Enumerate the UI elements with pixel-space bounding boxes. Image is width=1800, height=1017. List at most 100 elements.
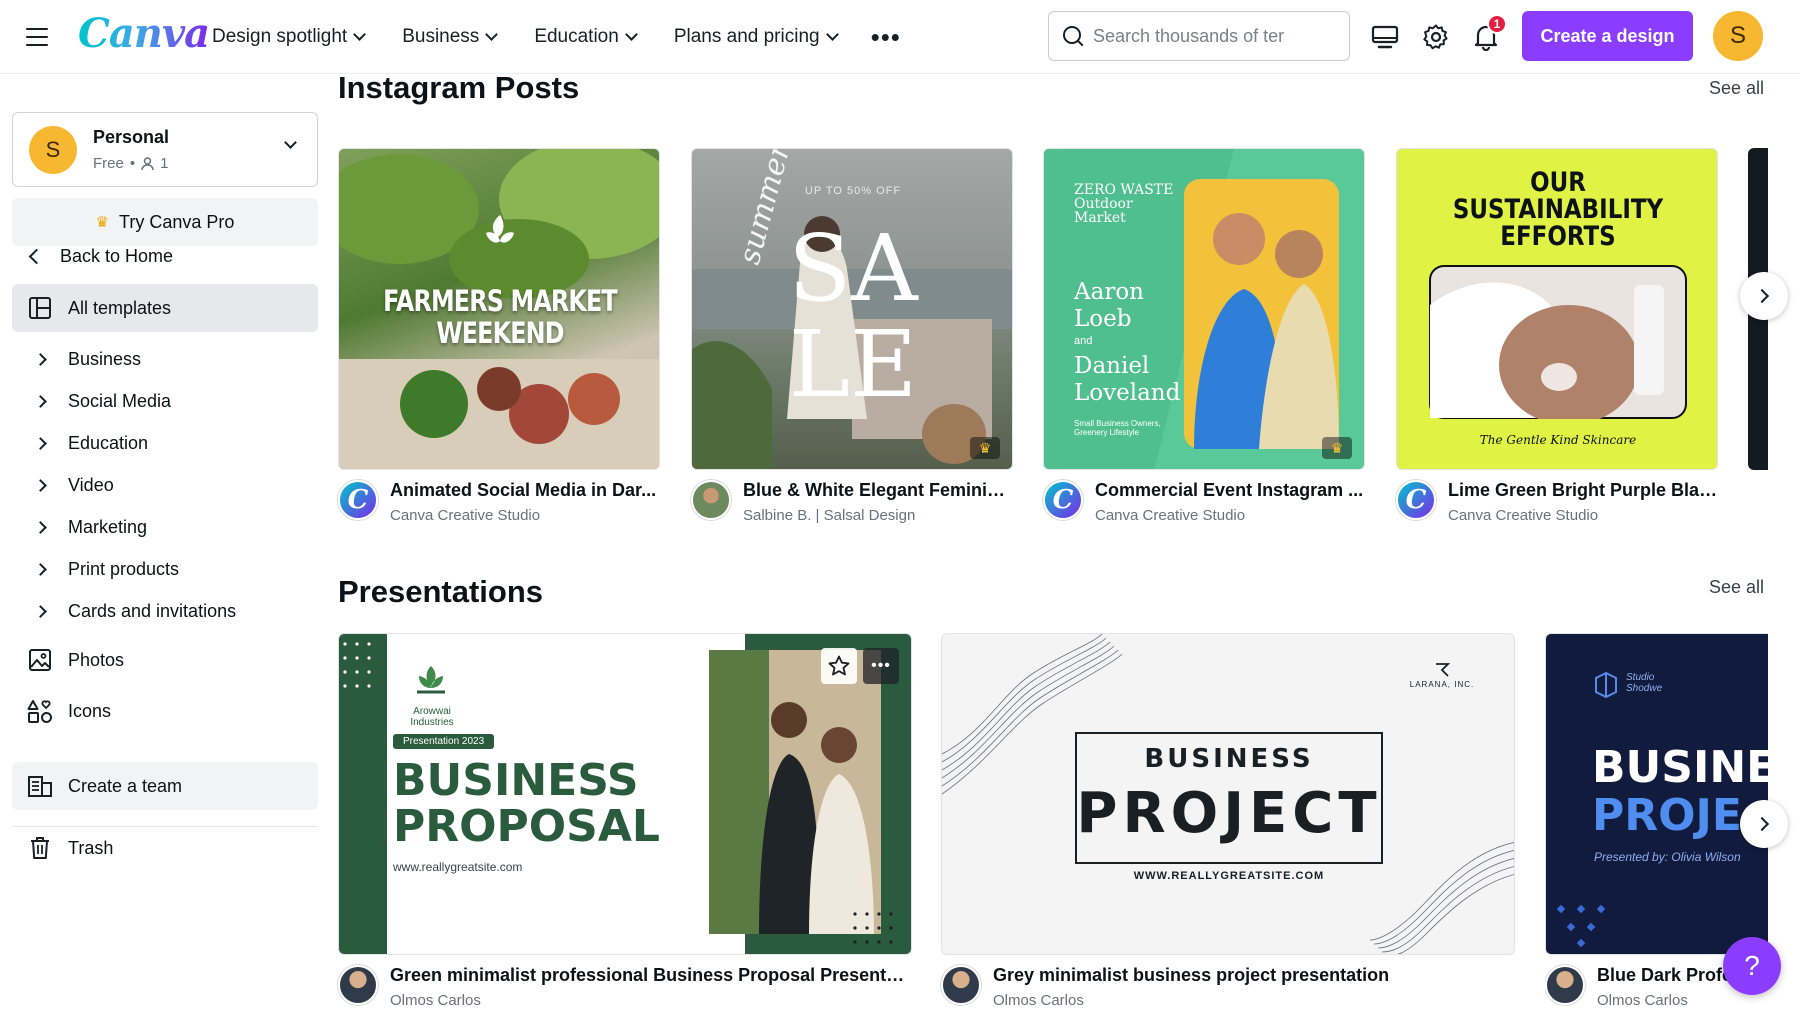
create-team-button[interactable]: Create a team (12, 762, 318, 810)
template-thumbnail[interactable]: ZERO WASTE Outdoor Market Aaron Loeb and… (1043, 148, 1365, 470)
sidebar-item-business[interactable]: Business (12, 335, 318, 383)
template-card[interactable]: Arowwai Industries Presentation 2023 BUS… (338, 633, 912, 1013)
search-input[interactable] (1093, 25, 1323, 47)
creator-avatar[interactable] (691, 480, 731, 520)
back-to-home-link[interactable]: Back to Home (12, 232, 318, 280)
nav-education[interactable]: Education (534, 26, 638, 48)
template-thumbnail[interactable]: FARMERS MARKET WEEKEND (338, 148, 660, 470)
crown-icon: ♛ (95, 214, 110, 231)
diamond-pattern (1556, 904, 1606, 948)
create-design-button[interactable]: Create a design (1522, 11, 1693, 61)
instagram-next-arrow[interactable] (1740, 272, 1788, 320)
sidebar-item-all-templates[interactable]: All templates (12, 284, 318, 332)
notification-badge: 1 (1487, 14, 1507, 34)
card-author[interactable]: Canva Creative Studio (390, 507, 660, 524)
thumbnail-title-line1: BUSINESS (393, 755, 639, 806)
card-author[interactable]: Canva Creative Studio (1095, 507, 1365, 524)
card-title[interactable]: Grey minimalist business project present… (993, 965, 1515, 986)
notifications-bell-icon[interactable]: 1 (1471, 14, 1507, 52)
nav-business[interactable]: Business (402, 26, 499, 48)
canva-logo[interactable]: Canva (78, 10, 210, 57)
see-all-presentations-link[interactable]: See all (1709, 577, 1764, 598)
card-author[interactable]: Canva Creative Studio (1448, 507, 1718, 524)
nav-label: Business (402, 26, 480, 47)
template-card[interactable]: UP TO 50% OFF SA LE summer ♛ Blue & Whit… (691, 148, 1013, 524)
presentations-next-arrow[interactable] (1740, 800, 1788, 848)
sidebar: S Personal Free • 1 ♛ Try Canva Pro Back… (0, 74, 330, 1017)
template-thumbnail[interactable]: OUR SUSTAINABILITY EFFORTS The Gentle Ki… (1396, 148, 1718, 470)
sidebar-item-photos[interactable]: Photos (12, 636, 318, 684)
template-thumbnail[interactable]: LARANA, INC. BUSINESS PROJECT WWW.REALLY… (941, 633, 1515, 955)
template-card[interactable]: ZERO WASTE Outdoor Market Aaron Loeb and… (1043, 148, 1365, 524)
thumbnail-title-text: OUR SUSTAINABILITY EFFORTS (1452, 167, 1664, 252)
thumbnail-name-text: Daniel Loveland (1074, 353, 1181, 406)
card-title[interactable]: Commercial Event Instagram ... (1095, 480, 1365, 501)
template-thumbnail[interactable]: UP TO 50% OFF SA LE summer ♛ (691, 148, 1013, 470)
account-name: Personal (93, 127, 170, 147)
creator-avatar[interactable]: C (1043, 480, 1083, 520)
card-author[interactable]: Olmos Carlos (390, 992, 912, 1009)
sidebar-item-education[interactable]: Education (12, 419, 318, 467)
pro-crown-icon: ♛ (970, 437, 1000, 459)
nav-plans-pricing[interactable]: Plans and pricing (673, 26, 839, 48)
favorite-star-icon[interactable] (821, 648, 857, 684)
section-title-instagram: Instagram Posts (338, 74, 580, 105)
nav-label: Education (534, 26, 619, 47)
category-label: Social Media (68, 390, 172, 411)
card-title[interactable]: Blue & White Elegant Feminin... (743, 480, 1013, 501)
trash-icon (12, 836, 68, 860)
thumbnail-brand-text: LARANA, INC. (1409, 680, 1475, 689)
template-card[interactable]: LARANA, INC. BUSINESS PROJECT WWW.REALLY… (941, 633, 1515, 1013)
account-switcher[interactable]: S Personal Free • 1 (12, 112, 318, 187)
card-title[interactable]: Lime Green Bright Purple Blac... (1448, 480, 1718, 501)
chevron-right-icon (1754, 288, 1770, 304)
card-author[interactable]: Salbine B. | Salsal Design (743, 507, 1013, 524)
sidebar-item-marketing[interactable]: Marketing (12, 503, 318, 551)
nav-label: Plans and pricing (673, 26, 820, 47)
creator-avatar[interactable]: C (1396, 480, 1436, 520)
templates-grid-icon (12, 296, 68, 320)
sidebar-item-print-products[interactable]: Print products (12, 545, 318, 593)
user-avatar[interactable]: S (1713, 11, 1763, 61)
nav-design-spotlight[interactable]: Design spotlight (212, 26, 367, 48)
creator-avatar[interactable] (1545, 965, 1585, 1005)
more-options-icon[interactable]: ••• (863, 648, 899, 684)
desktop-app-icon[interactable] (1370, 22, 1400, 52)
thumbnail-big-text: LE (788, 311, 918, 418)
template-card[interactable]: FARMERS MARKET WEEKEND C Animated Social… (338, 148, 660, 524)
creator-avatar[interactable] (338, 965, 378, 1005)
template-thumbnail[interactable]: Arowwai Industries Presentation 2023 BUS… (338, 633, 912, 955)
help-button[interactable]: ? (1723, 937, 1781, 995)
card-title[interactable]: Green minimalist professional Business P… (390, 965, 912, 986)
more-icon[interactable]: ••• (871, 24, 901, 50)
template-card[interactable]: OUR SUSTAINABILITY EFFORTS The Gentle Ki… (1396, 148, 1718, 524)
chevron-right-icon (12, 562, 68, 576)
sidebar-item-icons[interactable]: Icons (12, 687, 318, 735)
chevron-left-icon (12, 248, 60, 264)
see-all-instagram-link[interactable]: See all (1709, 78, 1764, 99)
section-title-presentations: Presentations (338, 574, 544, 609)
sidebar-item-video[interactable]: Video (12, 461, 318, 509)
template-thumbnail[interactable]: Studio Shodwe BUSINE PROJE Presented by:… (1545, 633, 1768, 955)
sidebar-item-social-media[interactable]: Social Media (12, 377, 318, 425)
sidebar-item-cards-invitations[interactable]: Cards and invitations (12, 587, 318, 635)
search-box[interactable] (1048, 11, 1350, 61)
menu-icon[interactable] (24, 24, 50, 50)
thumbnail-title-line1: BUSINE (1592, 742, 1768, 793)
back-label: Back to Home (60, 245, 174, 266)
sidebar-item-trash[interactable]: Trash (12, 824, 318, 872)
card-title[interactable]: Animated Social Media in Dar... (390, 480, 660, 501)
search-icon (1063, 26, 1083, 46)
settings-gear-icon[interactable] (1421, 22, 1451, 52)
all-templates-label: All templates (68, 297, 172, 318)
card-author[interactable]: Olmos Carlos (993, 992, 1515, 1009)
thumbnail-text: FARMERS MARKET WEEKEND (383, 284, 617, 350)
card-author[interactable]: Olmos Carlos (1597, 992, 1767, 1009)
creator-avatar[interactable]: C (338, 480, 378, 520)
card-meta: Green minimalist professional Business P… (338, 965, 912, 1009)
thumbnail-brand-text: Studio Shodwe (1626, 672, 1663, 694)
creator-avatar[interactable] (941, 965, 981, 1005)
thumbnail-tag-text: Presentation 2023 (393, 734, 495, 749)
chevron-down-icon (284, 136, 297, 149)
thumbnail-footer-text: The Gentle Kind Skincare (1479, 433, 1637, 447)
